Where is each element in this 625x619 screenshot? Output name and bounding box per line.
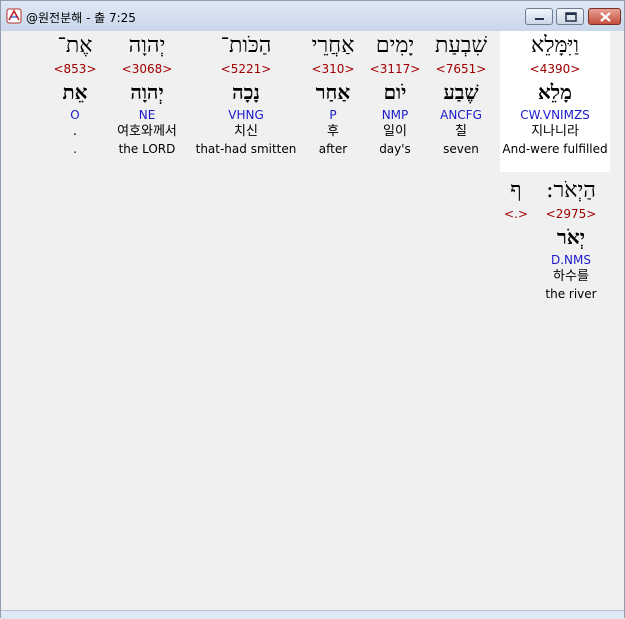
morphology-code: P: [329, 108, 337, 122]
korean-gloss: 칠: [455, 124, 467, 139]
strong-number[interactable]: <4390>: [500, 61, 610, 77]
hebrew-word: יָמִים: [375, 33, 415, 58]
hebrew-lemma: אַחַר: [315, 80, 351, 104]
word-column[interactable]: ף <.>: [501, 176, 531, 222]
minimize-icon: [535, 18, 544, 20]
korean-gloss: 지나니라: [531, 124, 579, 139]
english-gloss: And-were fulfilled: [502, 142, 608, 156]
strong-number[interactable]: <310>: [305, 61, 361, 77]
hebrew-lemma: יְאֹר: [557, 225, 585, 249]
korean-gloss: 후: [327, 124, 339, 139]
interlinear-panel: וַיִּמָּלֵא <4390> מָלֵא CW.VNIMZS 지나니라 …: [5, 31, 620, 611]
word-column[interactable]: אֶת־ <853> אֵת O . .: [49, 31, 101, 157]
word-column[interactable]: יָמִים <3117> יֹום NMP 일이 day's: [368, 31, 422, 157]
hebrew-lemma: אֵת: [62, 80, 88, 104]
word-column[interactable]: הַיְאֹר: <2975> יְאֹר D.NMS 하수를 the rive…: [535, 176, 607, 302]
morphology-code: NE: [138, 108, 156, 122]
english-gloss: seven: [443, 142, 479, 156]
korean-gloss: 일이: [383, 124, 407, 139]
hebrew-word: אַחֲרֵי: [311, 33, 355, 58]
strong-number[interactable]: <5221>: [195, 61, 297, 77]
hebrew-word: הַכֹּות־: [220, 33, 272, 58]
morphology-code: D.NMS: [550, 253, 591, 267]
morphology-code: VHNG: [228, 108, 264, 122]
app-window: @원전분해 - 출 7:25 וַיִּמָּלֵא <4390> מָלֵא …: [0, 0, 625, 619]
hebrew-word: הַיְאֹר:: [546, 178, 596, 203]
maximize-button[interactable]: [556, 8, 584, 25]
hebrew-word: שִׁבְעַת: [434, 33, 488, 58]
english-gloss: that-had smitten: [195, 142, 297, 156]
close-button[interactable]: [588, 8, 621, 25]
morphology-code: O: [70, 108, 80, 122]
strong-number[interactable]: <3068>: [105, 61, 189, 77]
word-column[interactable]: שִׁבְעַת <7651> שֶׁבַע ANCFG 칠 seven: [429, 31, 493, 157]
title-bar[interactable]: @원전분해 - 출 7:25: [1, 1, 624, 31]
hebrew-word: יְהוָה: [128, 33, 166, 58]
korean-gloss: 하수를: [553, 269, 589, 284]
close-icon: [600, 12, 611, 22]
english-gloss: the river: [545, 287, 597, 301]
morphology-code: ANCFG: [440, 108, 482, 122]
hebrew-word: וַיִּמָּלֵא: [531, 33, 579, 58]
morphology-code: CW.VNIMZS: [520, 108, 590, 122]
strong-number[interactable]: <853>: [49, 61, 101, 77]
strong-number[interactable]: <7651>: [429, 61, 493, 77]
word-column[interactable]: וַיִּמָּלֵא <4390> מָלֵא CW.VNIMZS 지나니라 …: [500, 31, 610, 172]
morphology-code: NMP: [381, 108, 409, 122]
korean-gloss: 여호와께서: [117, 124, 177, 139]
english-gloss: .: [73, 142, 77, 156]
window-title: @원전분해 - 출 7:25: [26, 11, 136, 25]
english-gloss: the LORD: [118, 142, 176, 156]
hebrew-word: ף: [510, 178, 522, 203]
korean-gloss: 치신: [234, 124, 258, 139]
english-gloss: day's: [379, 142, 411, 156]
hebrew-lemma: שֶׁבַע: [443, 80, 479, 104]
hebrew-lemma: יְהוָה: [130, 80, 164, 104]
strong-number[interactable]: <3117>: [368, 61, 422, 77]
strong-number[interactable]: <2975>: [535, 206, 607, 222]
hebrew-lemma: נָכָה: [232, 80, 260, 104]
english-gloss: after: [318, 142, 348, 156]
word-column[interactable]: יְהוָה <3068> יְהוָה NE 여호와께서 the LORD: [105, 31, 189, 157]
korean-gloss: .: [72, 124, 78, 139]
word-column[interactable]: הַכֹּות־ <5221> נָכָה VHNG 치신 that-had s…: [195, 31, 297, 157]
word-column[interactable]: אַחֲרֵי <310> אַחַר P 후 after: [305, 31, 361, 157]
minimize-button[interactable]: [525, 8, 553, 25]
hebrew-lemma: יֹום: [383, 80, 407, 104]
maximize-icon: [565, 12, 577, 22]
strong-number[interactable]: <.>: [501, 206, 531, 222]
hebrew-lemma: מָלֵא: [537, 80, 573, 104]
app-icon: [6, 8, 22, 24]
hebrew-word: אֶת־: [57, 33, 93, 58]
